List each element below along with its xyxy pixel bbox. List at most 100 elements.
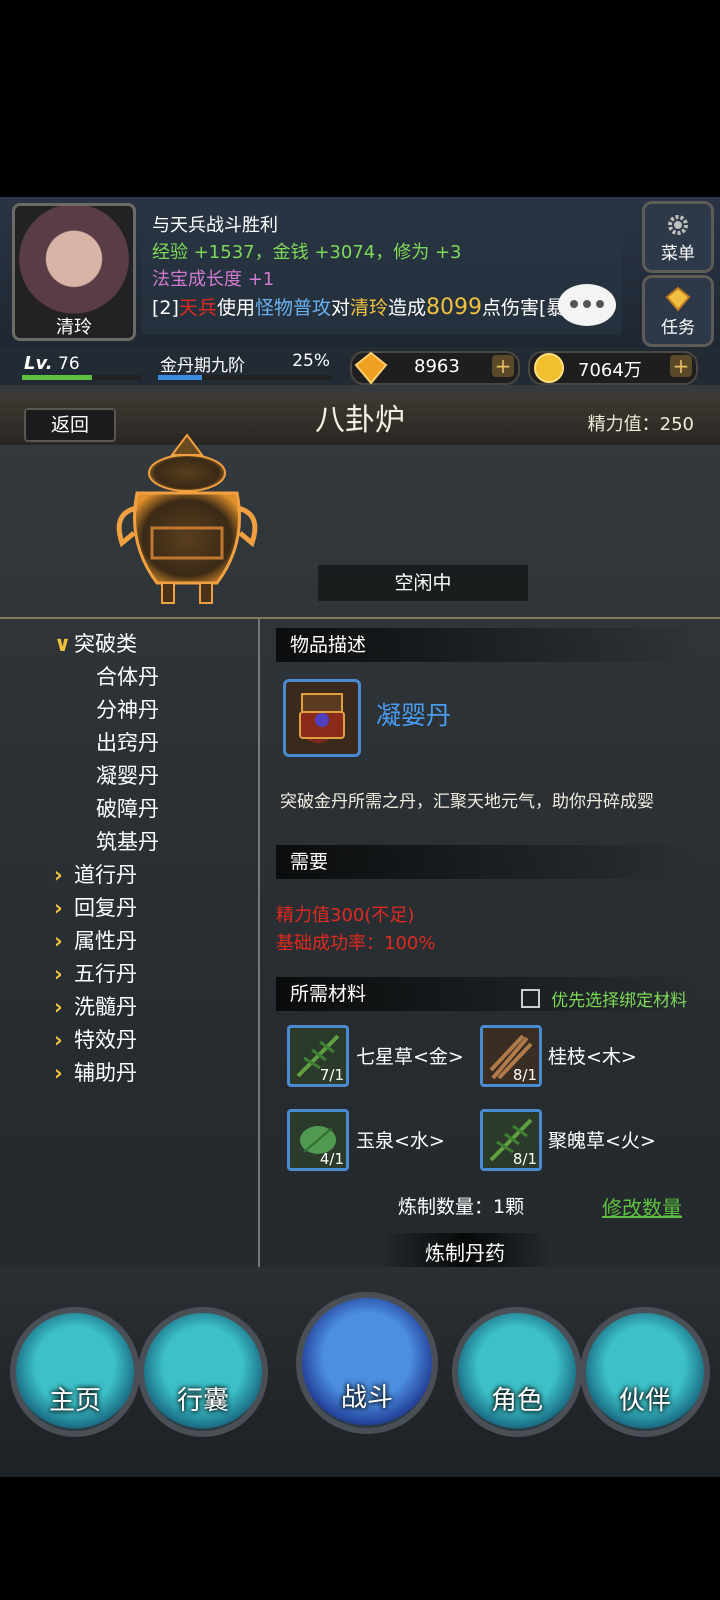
status-bar: Lv. 76 金丹期九阶 25% 8963 + 7064万 + — [0, 347, 720, 385]
character-name: 清玲 — [56, 317, 92, 338]
category-label: 五行丹 — [74, 962, 137, 986]
log-cause: 造成 — [388, 297, 427, 319]
subitem[interactable]: 合体丹 — [96, 661, 159, 691]
material-count: 8/1 — [512, 1150, 537, 1168]
subitem[interactable]: 出窍丹 — [96, 727, 159, 757]
log-to: 对 — [330, 297, 350, 319]
category-label: 辅助丹 — [74, 1061, 137, 1085]
nav-partner-label: 伙伴 — [618, 1386, 671, 1416]
category-item[interactable]: › 洗髓丹 — [54, 991, 137, 1021]
chevron-right-icon: › — [54, 1061, 63, 1085]
gold-counter: 7064万 + — [528, 351, 698, 385]
category-label: 回复丹 — [74, 896, 137, 920]
category-item[interactable]: › 属性丹 — [54, 925, 137, 955]
log-damage: 8099 — [426, 295, 483, 320]
checkbox-box — [521, 989, 540, 1008]
prefer-bound-label: 优先选择绑定材料 — [551, 991, 688, 1011]
exp-bar-fill — [22, 375, 92, 380]
log-skill: 怪物普攻 — [254, 297, 331, 319]
material-name: 桂枝<木> — [548, 1046, 637, 1068]
material-slot[interactable]: 8/1 — [480, 1109, 542, 1171]
category-item[interactable]: › 特效丹 — [54, 1024, 137, 1054]
category-label: 特效丹 — [74, 1028, 137, 1052]
category-item[interactable]: › 回复丹 — [54, 892, 137, 922]
category-item[interactable]: ∨ 突破类 — [54, 628, 137, 658]
menu-label: 菜单 — [661, 244, 695, 264]
pill-box-icon[interactable] — [283, 679, 361, 757]
category-item[interactable]: › 道行丹 — [54, 859, 137, 889]
log-attacker: 天兵 — [178, 297, 217, 319]
log-prefix: [2] — [152, 297, 179, 319]
material-name: 玉泉<水> — [356, 1130, 445, 1152]
chevron-right-icon: › — [54, 929, 63, 953]
material-slot[interactable]: 8/1 — [480, 1025, 542, 1087]
chevron-right-icon: › — [54, 995, 63, 1019]
furnace-status: 空闲中 — [318, 565, 528, 601]
task-label: 任务 — [661, 318, 695, 338]
material-slot[interactable]: 7/1 — [287, 1025, 349, 1087]
chevron-right-icon: › — [54, 863, 63, 887]
subitem-selected[interactable]: 凝婴丹 — [96, 760, 159, 790]
nav-fight-label: 战斗 — [340, 1383, 393, 1413]
nav-home[interactable]: 主页 — [10, 1307, 140, 1437]
gem-value: 8963 — [414, 356, 460, 377]
nav-bag[interactable]: 行囊 — [138, 1307, 268, 1437]
energy-value: 精力值：250 — [587, 414, 694, 435]
category-item[interactable]: › 五行丹 — [54, 958, 137, 988]
panel-separator — [258, 619, 260, 1284]
material-count: 7/1 — [319, 1066, 344, 1084]
modify-quantity-link[interactable]: 修改数量 — [602, 1192, 682, 1221]
category-label: 洗髓丹 — [74, 995, 137, 1019]
pill-icon — [299, 693, 345, 739]
realm-bar — [158, 375, 332, 380]
category-label: 属性丹 — [74, 929, 137, 953]
nav-role-label: 角色 — [490, 1386, 543, 1416]
log-line-3: 法宝成长度 +1 — [152, 269, 275, 290]
category-label: 突破类 — [74, 632, 137, 656]
craft-quantity: 炼制数量：1颗 — [398, 1196, 525, 1218]
add-gold-button[interactable]: + — [670, 355, 692, 377]
level-prefix: Lv. — [24, 353, 53, 374]
realm-label: 金丹期九阶 — [160, 356, 245, 376]
log-line-2: 经验 +1537，金钱 +3074，修为 +3 — [152, 242, 462, 263]
material-name: 七星草<金> — [356, 1046, 464, 1068]
prefer-bound-checkbox[interactable]: 优先选择绑定材料 — [521, 986, 687, 1011]
category-label: 道行丹 — [74, 863, 137, 887]
log-target: 清玲 — [349, 297, 388, 319]
material-count: 4/1 — [319, 1150, 344, 1168]
exp-bar — [22, 375, 142, 380]
chevron-right-icon: › — [54, 896, 63, 920]
realm-box: 金丹期九阶 25% — [156, 349, 334, 383]
req-energy: 精力值300(不足) — [276, 905, 415, 926]
material-name: 聚魄草<火> — [548, 1130, 656, 1152]
desc-header: 物品描述 — [276, 628, 696, 662]
gear-icon — [668, 215, 688, 235]
gem-icon — [354, 351, 388, 385]
category-item[interactable]: › 辅助丹 — [54, 1057, 137, 1087]
req-header: 需要 — [276, 845, 696, 879]
bagua-furnace-icon — [116, 433, 258, 604]
material-slot[interactable]: 4/1 — [287, 1109, 349, 1171]
expand-arrow-icon: ∨ — [54, 632, 72, 656]
gem-counter: 8963 + — [350, 351, 520, 385]
log-line-4: [2]天兵使用怪物普攻对清玲造成8099点伤害[暴击] — [152, 293, 592, 320]
nav-fight[interactable]: 战斗 — [296, 1292, 438, 1434]
add-gems-button[interactable]: + — [492, 355, 514, 377]
log-line-1: 与天兵战斗胜利 — [152, 215, 278, 236]
nav-partner[interactable]: 伙伴 — [580, 1307, 710, 1437]
req-success-rate: 基础成功率：100% — [276, 933, 436, 954]
nav-bag-label: 行囊 — [176, 1386, 229, 1416]
nav-role[interactable]: 角色 — [452, 1307, 582, 1437]
gold-value: 7064万 — [578, 360, 642, 381]
level-box: Lv. 76 — [14, 351, 144, 380]
subitem[interactable]: 破障丹 — [96, 793, 159, 823]
subitem[interactable]: 分神丹 — [96, 694, 159, 724]
item-name: 凝婴丹 — [376, 701, 452, 730]
level-value: 76 — [58, 354, 80, 374]
task-button[interactable]: 任务 — [642, 275, 714, 347]
item-description: 突破金丹所需之丹，汇聚天地元气，助你丹碎成婴 — [280, 792, 654, 812]
chat-bubble-icon[interactable] — [558, 284, 616, 326]
subitem[interactable]: 筑基丹 — [96, 826, 159, 856]
realm-bar-fill — [158, 375, 202, 380]
menu-button[interactable]: 菜单 — [642, 201, 714, 273]
